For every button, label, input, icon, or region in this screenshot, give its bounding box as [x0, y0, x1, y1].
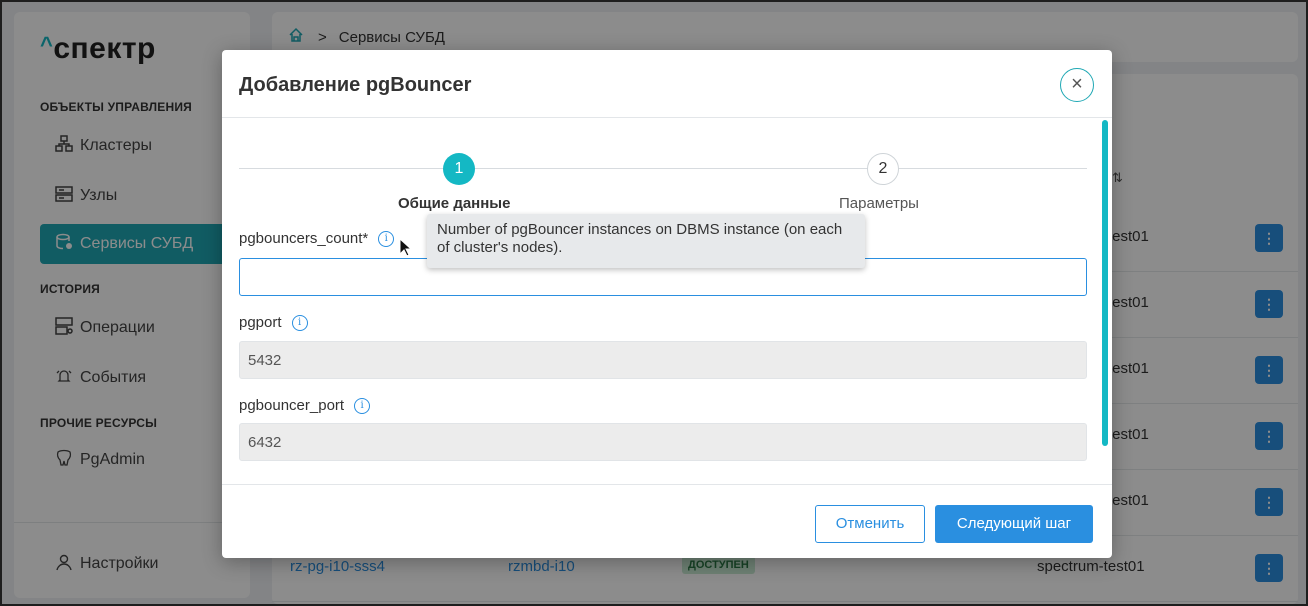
info-icon[interactable]: i — [354, 397, 371, 414]
step-1-label: Общие данные — [398, 195, 511, 212]
dialog-scrollbar[interactable] — [1102, 120, 1108, 446]
close-button[interactable]: × — [1060, 68, 1094, 102]
info-icon[interactable]: i — [291, 314, 308, 331]
close-icon: × — [1071, 73, 1083, 95]
dialog-footer: Отменить Следующий шаг — [222, 484, 1112, 558]
step-2-label[interactable]: Параметры — [839, 195, 919, 212]
field-label-text: pgbouncers_count* — [239, 230, 369, 247]
step-1-indicator: 1 — [443, 153, 475, 185]
info-icon[interactable]: i — [378, 230, 395, 247]
pgbouncer-port-input: 6432 — [239, 423, 1087, 461]
field-label-text: pgport — [239, 314, 282, 331]
pgport-input: 5432 — [239, 341, 1087, 379]
dialog-header: Добавление pgBouncer × — [222, 50, 1112, 118]
add-pgbouncer-dialog: Добавление pgBouncer × 1 2 Общие данные … — [222, 50, 1112, 558]
stepper-line — [239, 168, 1087, 169]
info-tooltip: Number of pgBouncer instances on DBMS in… — [427, 214, 865, 268]
cancel-button[interactable]: Отменить — [815, 505, 925, 543]
pgbouncers-count-label: pgbouncers_count* i — [239, 230, 395, 247]
step-2-indicator[interactable]: 2 — [867, 153, 899, 185]
field-label-text: pgbouncer_port — [239, 397, 345, 414]
pgport-label: pgport i — [239, 314, 308, 331]
mouse-cursor-icon — [399, 238, 413, 257]
pgbouncer-port-label: pgbouncer_port i — [239, 397, 371, 414]
dialog-title: Добавление pgBouncer — [239, 74, 472, 96]
app-window: ^спектр ОБЪЕКТЫ УПРАВЛЕНИЯ Кластеры Узлы… — [0, 0, 1308, 606]
next-step-button[interactable]: Следующий шаг — [935, 505, 1093, 543]
